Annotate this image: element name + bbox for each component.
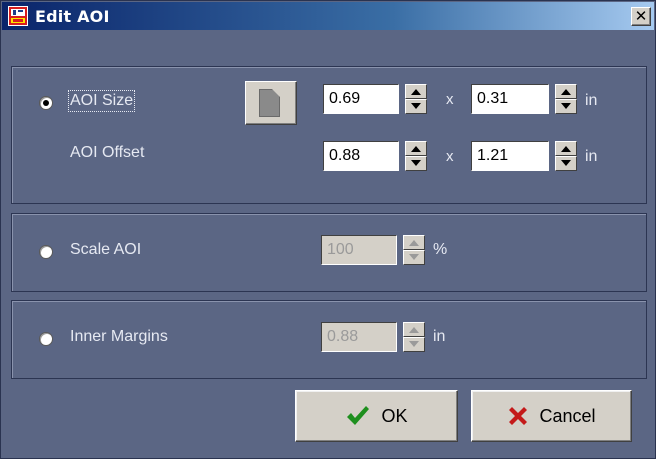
cancel-label: Cancel: [539, 405, 596, 426]
close-icon: ✕: [634, 7, 648, 25]
spin-down-arrow-icon[interactable]: [555, 99, 577, 114]
offset-unit-label: in: [585, 148, 598, 165]
spin-up-arrow-icon[interactable]: [403, 235, 425, 250]
spin-up-arrow-icon[interactable]: [555, 141, 577, 156]
margins-spinner[interactable]: [403, 322, 425, 352]
x-icon: [509, 407, 528, 425]
scale-value-field[interactable]: 100: [321, 235, 397, 265]
ok-button[interactable]: OK: [295, 390, 458, 442]
spin-down-arrow-icon[interactable]: [405, 99, 427, 114]
spin-down-arrow-icon[interactable]: [403, 337, 425, 352]
times-separator: x: [446, 91, 454, 108]
aoi-width-field[interactable]: 0.69: [323, 84, 399, 114]
window-title: Edit AOI: [35, 7, 110, 26]
aoi-offset-x-field[interactable]: 0.88: [323, 141, 399, 171]
percent-unit-label: %: [433, 241, 448, 258]
scale-spinner[interactable]: [403, 235, 425, 265]
spin-up-arrow-icon[interactable]: [405, 141, 427, 156]
page-icon: [259, 89, 280, 117]
close-button[interactable]: ✕: [631, 7, 651, 26]
aoi-offset-y-spinner[interactable]: [555, 141, 577, 171]
spin-down-arrow-icon[interactable]: [555, 156, 577, 171]
aoi-height-field[interactable]: 0.31: [471, 84, 549, 114]
scale-aoi-radio[interactable]: [39, 245, 53, 259]
times-separator: x: [446, 148, 454, 165]
aoi-height-spinner[interactable]: [555, 84, 577, 114]
page-size-button[interactable]: [245, 81, 297, 125]
inner-margins-label[interactable]: Inner Margins: [70, 328, 168, 346]
aoi-offset-y-field[interactable]: 1.21: [471, 141, 549, 171]
spin-up-arrow-icon[interactable]: [555, 84, 577, 99]
ok-label: OK: [381, 405, 408, 426]
size-unit-label: in: [585, 92, 598, 109]
aoi-offset-x-spinner[interactable]: [405, 141, 427, 171]
edit-aoi-dialog: Edit AOI ✕ AOI Size 0.69 x 0.31 in AOI O…: [0, 0, 656, 459]
cancel-button[interactable]: Cancel: [471, 390, 632, 442]
inner-margins-radio[interactable]: [39, 332, 53, 346]
spin-down-arrow-icon[interactable]: [403, 250, 425, 265]
margins-unit-label: in: [433, 328, 446, 345]
title-bar[interactable]: Edit AOI ✕: [2, 2, 654, 30]
aoi-size-radio[interactable]: [39, 96, 53, 110]
spin-up-arrow-icon[interactable]: [403, 322, 425, 337]
aoi-size-label[interactable]: AOI Size: [67, 90, 136, 112]
aoi-offset-label: AOI Offset: [70, 144, 145, 161]
spin-up-arrow-icon[interactable]: [405, 84, 427, 99]
aoi-width-spinner[interactable]: [405, 84, 427, 114]
aoi-app-icon: [8, 6, 28, 26]
scale-aoi-label[interactable]: Scale AOI: [70, 241, 141, 259]
checkmark-icon: [347, 406, 370, 425]
margins-value-field[interactable]: 0.88: [321, 322, 397, 352]
spin-down-arrow-icon[interactable]: [405, 156, 427, 171]
